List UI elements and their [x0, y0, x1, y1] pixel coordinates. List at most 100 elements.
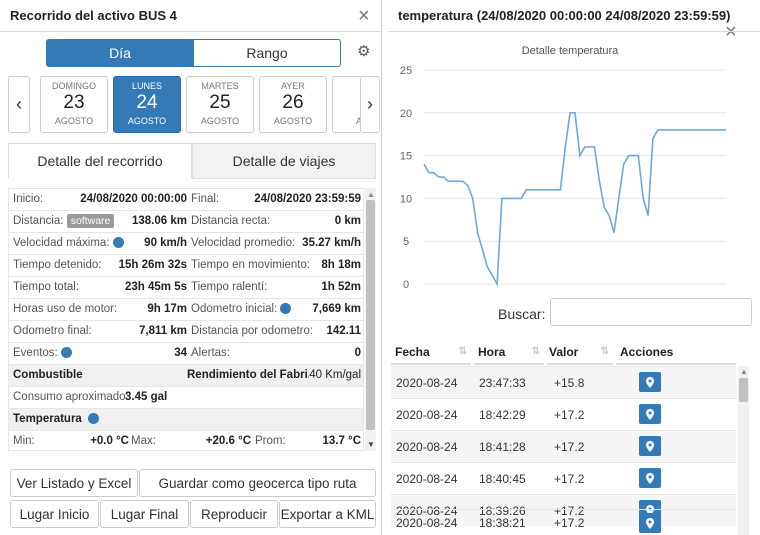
scroll-thumb[interactable]: [366, 200, 375, 430]
column-header-acciones: Acciones: [616, 341, 736, 365]
ver-listado-button[interactable]: Ver Listado y Excel: [10, 469, 138, 497]
day-number: 2: [333, 93, 360, 113]
table-row: Consumo aproximado: 3.45 gal: [9, 387, 363, 409]
value: +20.6 °C: [205, 435, 251, 447]
table-row: Velocidad máxima: 90 km/h Velocidad prom…: [9, 233, 363, 255]
day-number: 25: [209, 92, 231, 113]
day-name: LUNES: [131, 81, 162, 91]
label: Tiempo detenido:: [13, 259, 102, 271]
divider: [388, 31, 760, 32]
map-pin-button[interactable]: [639, 404, 661, 424]
label-text: Eventos:: [13, 347, 58, 359]
info-icon[interactable]: [280, 303, 292, 314]
temperature-chart: Detalle temperatura 25 20 15 10 5 0: [400, 45, 726, 291]
value: 13.7 °C: [322, 435, 361, 447]
cell-fecha: 2020-08-24: [396, 472, 458, 486]
scroll-down-icon[interactable]: ▼: [367, 440, 375, 449]
chart-title: Detalle temperatura: [522, 45, 619, 57]
section-header-temperatura: Temperatura: [9, 409, 363, 431]
label: Tiempo ralentí:: [191, 281, 268, 293]
route-info-table: Inicio: 24/08/2020 00:00:00 Final: 24/08…: [8, 188, 364, 451]
column-header-fecha[interactable]: Fecha ⇅: [391, 341, 471, 365]
day-card-ayer[interactable]: AYER 26 AGOSTO: [259, 76, 327, 133]
day-card-martes[interactable]: MARTES 25 AGOSTO: [186, 76, 254, 133]
section-header-combustible: Combustible Rendimiento del Fabri... 40 …: [9, 365, 363, 387]
guardar-geocerca-button[interactable]: Guardar como geocerca tipo ruta: [139, 469, 376, 497]
info-icon[interactable]: [60, 347, 72, 358]
label: Inicio:: [13, 193, 44, 205]
value: 7,811 km: [139, 325, 187, 337]
cell-valor: +17.2: [554, 408, 585, 422]
tab-detalle-viajes[interactable]: Detalle de viajes: [192, 143, 376, 179]
map-pin-button[interactable]: [639, 436, 661, 456]
cell-hora: 18:41:28: [479, 440, 526, 454]
header-text: Hora: [478, 345, 506, 359]
segment-dia[interactable]: Día: [46, 39, 194, 67]
temperature-panel-title: temperatura (24/08/2020 00:00:00 24/08/2…: [398, 8, 731, 23]
cell-fecha: 2020-08-24: [396, 516, 458, 530]
cell-hora: 23:47:33: [479, 376, 526, 390]
info-icon[interactable]: [112, 237, 124, 248]
cell-fecha: 2020-08-24: [396, 440, 458, 454]
map-pin-button[interactable]: [639, 468, 661, 488]
divider: [0, 31, 382, 32]
label: Distancia: software: [13, 211, 115, 233]
exportar-kml-button[interactable]: Exportar a KML: [279, 500, 376, 528]
value: 34: [174, 347, 187, 359]
day-name: AYER: [281, 81, 305, 91]
column-header-valor[interactable]: Valor ⇅: [547, 341, 613, 365]
header-text: Fecha: [395, 345, 430, 359]
segment-rango[interactable]: Rango: [193, 39, 341, 67]
lugar-final-button[interactable]: Lugar Final: [100, 500, 189, 528]
table-scrollbar[interactable]: ▲: [738, 366, 749, 535]
reproducir-button[interactable]: Reproducir: [190, 500, 278, 528]
label: Min:: [13, 435, 35, 447]
label: Rendimiento del Fabri...: [187, 369, 309, 381]
y-tick-label: 20: [400, 108, 412, 120]
day-card-hoy[interactable]: HO 2 AGO: [332, 76, 360, 133]
y-tick-label: 25: [400, 65, 412, 77]
info-scrollbar[interactable]: ▲ ▼: [365, 188, 376, 451]
map-pin-button[interactable]: [639, 513, 661, 533]
y-tick-label: 15: [400, 151, 412, 163]
search-input[interactable]: [550, 298, 752, 326]
label: Tiempo en movimiento:: [191, 259, 311, 271]
value: 0: [354, 347, 361, 359]
scroll-up-icon[interactable]: ▲: [740, 367, 748, 376]
value: 24/08/2020 00:00:00: [80, 193, 187, 205]
lugar-inicio-button[interactable]: Lugar Inicio: [10, 500, 99, 528]
value: 24/08/2020 23:59:59: [254, 193, 361, 205]
close-icon[interactable]: ×: [358, 6, 370, 26]
value: 23h 45m 5s: [124, 281, 187, 293]
info-icon[interactable]: [87, 413, 99, 424]
table-row: 2020-08-24 23:47:33 +15.8: [391, 366, 736, 398]
section-title: Temperatura: [13, 409, 99, 431]
label: Max:: [131, 435, 156, 447]
label-text: Velocidad máxima:: [13, 237, 110, 249]
y-tick-label: 10: [400, 193, 412, 205]
column-header-hora[interactable]: Hora ⇅: [474, 341, 544, 365]
value: 35.27 km/h: [302, 237, 361, 249]
day-card-domingo[interactable]: DOMINGO 23 AGOSTO: [40, 76, 108, 133]
search-label: Buscar:: [498, 306, 546, 322]
next-day-button[interactable]: ›: [360, 76, 380, 133]
label: Tiempo total:: [13, 281, 80, 293]
day-card-lunes[interactable]: LUNES 24 AGOSTO: [113, 76, 181, 133]
tab-detalle-recorrido[interactable]: Detalle del recorrido: [8, 143, 192, 179]
value: 138.06 km: [132, 215, 187, 227]
source-badge: software: [66, 214, 115, 228]
cell-hora: 18:40:45: [479, 472, 526, 486]
label: Prom:: [255, 435, 286, 447]
scroll-thumb[interactable]: [739, 378, 748, 402]
scroll-up-icon[interactable]: ▲: [367, 190, 375, 199]
gear-icon[interactable]: ⚙: [357, 42, 370, 60]
value: 1h 52m: [321, 281, 361, 293]
cell-valor: +15.8: [554, 376, 585, 390]
label: Distancia por odometro:: [191, 325, 314, 337]
label: Odometro final:: [13, 325, 92, 337]
table-row: Tiempo detenido: 15h 26m 32s Tiempo en m…: [9, 255, 363, 277]
prev-day-button[interactable]: ‹: [8, 76, 30, 133]
map-pin-button[interactable]: [639, 372, 661, 392]
table-row: Horas uso de motor: 9h 17m Odometro inic…: [9, 299, 363, 321]
label-text: Distancia:: [13, 215, 64, 227]
